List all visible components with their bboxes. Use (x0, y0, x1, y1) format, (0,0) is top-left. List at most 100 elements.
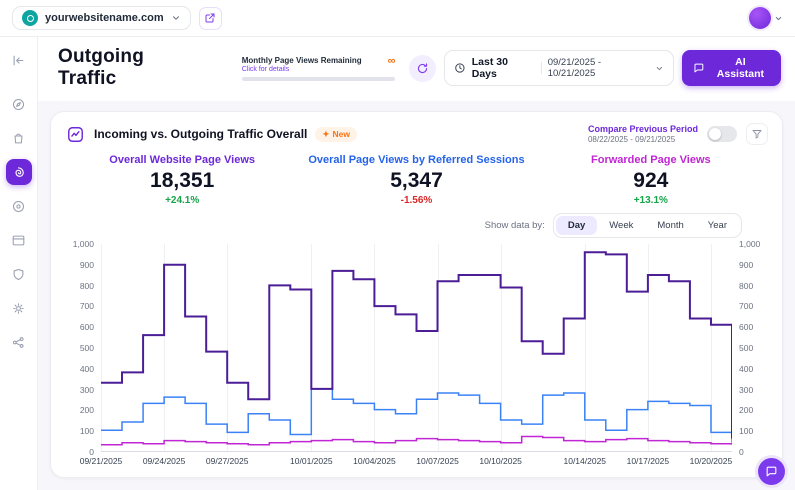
stat-value: 924 (534, 169, 768, 193)
quota-progress-bar (242, 77, 396, 81)
y-tick-label: 100 (80, 426, 94, 436)
open-in-new-icon (204, 12, 216, 24)
chevron-down-icon (171, 13, 181, 23)
user-menu[interactable] (749, 7, 783, 29)
compare-previous-dates: 08/22/2025 - 09/21/2025 (588, 135, 698, 144)
stat-value: 5,347 (299, 169, 533, 193)
range-label: Last 30 Days (472, 56, 535, 80)
card-title: Incoming vs. Outgoing Traffic Overall (94, 127, 307, 141)
share-nodes-icon (11, 335, 26, 350)
quota-widget[interactable]: Monthly Page Views Remaining Click for d… (242, 56, 396, 81)
ai-assistant-label: AI Assistant (711, 56, 770, 80)
sidebar-item-browser[interactable] (6, 227, 32, 253)
stat-delta: +13.1% (534, 195, 768, 206)
open-site-button[interactable] (199, 7, 222, 30)
sidebar-item-dashboard[interactable] (6, 91, 32, 117)
compass-icon (11, 97, 26, 112)
site-selector[interactable]: yourwebsitename.com (12, 6, 191, 30)
stat-overall-website: Overall Website Page Views 18,351 +24.1% (65, 154, 299, 206)
stat-label: Overall Website Page Views (65, 154, 299, 166)
sidebar-item-collapse[interactable] (6, 47, 32, 73)
y-tick-label: 1,000 (73, 239, 94, 249)
ai-assistant-button[interactable]: AI Assistant (682, 50, 781, 86)
filter-button[interactable] (746, 123, 768, 145)
quota-value: ∞ (388, 56, 396, 67)
plot-area[interactable] (101, 244, 732, 452)
chart-canvas (101, 244, 732, 451)
page-header: Outgoing Traffic Monthly Page Views Rema… (38, 37, 795, 101)
x-tick-label: 10/10/2025 (479, 456, 522, 466)
toggle-knob (709, 128, 721, 140)
y-tick-label: 900 (80, 260, 94, 270)
collapse-panel-icon (11, 53, 26, 68)
x-tick-label: 10/07/2025 (416, 456, 459, 466)
filter-funnel-icon (751, 128, 763, 140)
clock-icon (454, 62, 466, 74)
series-line-2 (101, 437, 732, 445)
y-tick-label: 200 (739, 405, 753, 415)
chat-fab-button[interactable] (758, 458, 785, 485)
x-tick-label: 10/14/2025 (563, 456, 606, 466)
y-tick-label: 0 (739, 447, 744, 457)
sidebar-item-integrations[interactable] (6, 329, 32, 355)
stat-label: Overall Page Views by Referred Sessions (299, 154, 533, 166)
new-badge: ✦ New (315, 127, 357, 142)
sparkle-icon: ✦ (322, 129, 329, 140)
stat-referred-sessions: Overall Page Views by Referred Sessions … (299, 154, 533, 206)
y-tick-label: 600 (739, 322, 753, 332)
date-range-picker[interactable]: Last 30 Days 09/21/2025 - 10/21/2025 (444, 50, 674, 86)
gear-icon (11, 301, 26, 316)
sidebar-item-orders[interactable] (6, 125, 32, 151)
y-tick-label: 500 (739, 343, 753, 353)
show-data-by-label: Show data by: (485, 220, 545, 231)
refresh-icon (416, 62, 429, 75)
y-tick-label: 700 (80, 301, 94, 311)
chat-icon (765, 465, 778, 478)
y-axis-left: 01002003004005006007008009001,000 (65, 244, 101, 452)
y-tick-label: 400 (739, 364, 753, 374)
divider (541, 62, 542, 74)
granularity-control: Day Week Month Year (553, 213, 742, 238)
y-tick-label: 300 (80, 385, 94, 395)
topbar: yourwebsitename.com (0, 0, 795, 37)
swirl-icon (11, 165, 26, 180)
site-domain: yourwebsitename.com (45, 12, 164, 24)
y-tick-label: 600 (80, 322, 94, 332)
x-tick-label: 09/27/2025 (206, 456, 249, 466)
y-tick-label: 800 (80, 281, 94, 291)
quota-label: Monthly Page Views Remaining (242, 56, 362, 65)
sidebar (0, 37, 38, 490)
refresh-button[interactable] (409, 55, 436, 82)
sidebar-item-security[interactable] (6, 261, 32, 287)
chevron-down-icon (655, 64, 664, 73)
granularity-month[interactable]: Month (645, 216, 695, 235)
avatar (749, 7, 771, 29)
compare-previous-label: Compare Previous Period (588, 124, 698, 134)
x-tick-label: 10/20/2025 (690, 456, 733, 466)
x-tick-label: 10/01/2025 (290, 456, 333, 466)
quota-details-link[interactable]: Click for details (242, 66, 362, 73)
granularity-day[interactable]: Day (556, 216, 597, 235)
granularity-week[interactable]: Week (597, 216, 645, 235)
y-tick-label: 500 (80, 343, 94, 353)
chart-card-icon (65, 124, 86, 145)
sidebar-item-targets[interactable] (6, 193, 32, 219)
compare-toggle[interactable] (707, 126, 737, 142)
x-tick-label: 09/24/2025 (143, 456, 186, 466)
sidebar-item-settings[interactable] (6, 295, 32, 321)
stat-delta: +24.1% (65, 195, 299, 206)
range-dates: 09/21/2025 - 10/21/2025 (548, 57, 650, 79)
stats-row: Overall Website Page Views 18,351 +24.1%… (65, 154, 768, 206)
x-tick-label: 09/21/2025 (80, 456, 123, 466)
site-logo-icon (22, 10, 38, 26)
chevron-down-icon (774, 14, 783, 23)
stat-forwarded: Forwarded Page Views 924 +13.1% (534, 154, 768, 206)
target-icon (11, 199, 26, 214)
page-title: Outgoing Traffic (58, 46, 206, 90)
x-axis: 09/21/202509/24/202509/27/202510/01/2025… (101, 456, 732, 469)
traffic-chart: 01002003004005006007008009001,000 010020… (65, 244, 768, 452)
new-badge-label: New (333, 129, 350, 139)
granularity-year[interactable]: Year (696, 216, 739, 235)
sidebar-item-outgoing-traffic[interactable] (6, 159, 32, 185)
y-tick-label: 100 (739, 426, 753, 436)
